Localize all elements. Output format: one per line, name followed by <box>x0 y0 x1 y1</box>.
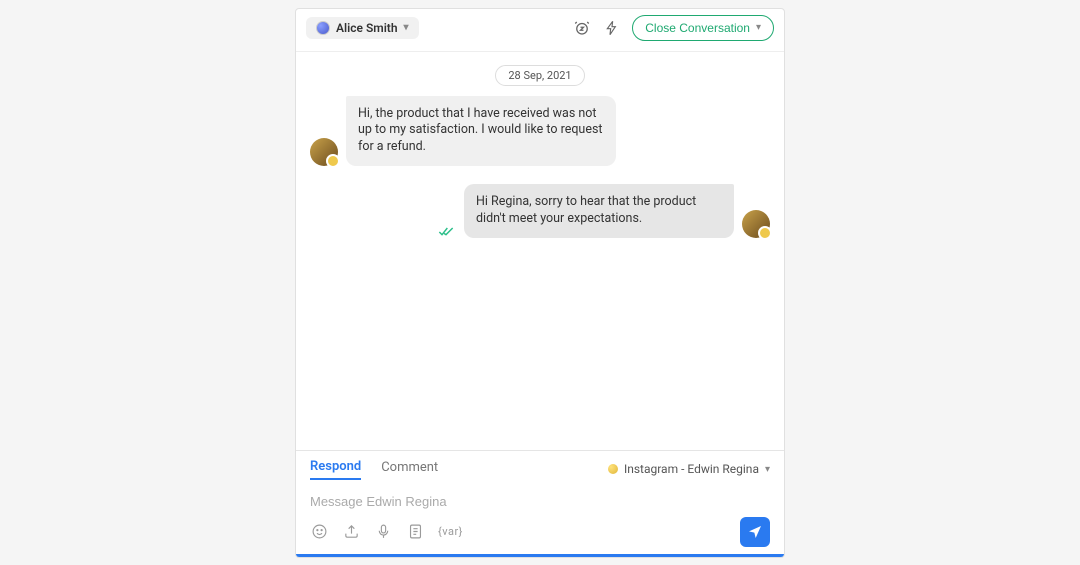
assignee-name: Alice Smith <box>336 21 398 35</box>
chevron-down-icon: ▾ <box>404 22 409 33</box>
channel-label: Instagram - Edwin Regina <box>624 462 759 476</box>
variable-insert-button[interactable]: {var} <box>438 525 463 538</box>
assignee-dropdown[interactable]: Alice Smith ▾ <box>306 17 419 39</box>
chevron-down-icon: ▾ <box>765 464 770 475</box>
chat-window: Alice Smith ▾ Close Conversation ▾ <box>295 8 785 558</box>
close-conversation-label: Close Conversation <box>645 21 750 35</box>
assignee-avatar-icon <box>316 21 330 35</box>
instagram-channel-icon <box>608 464 618 474</box>
chevron-down-icon: ▾ <box>756 22 761 33</box>
channel-selector[interactable]: Instagram - Edwin Regina ▾ <box>608 462 770 476</box>
message-row-outgoing: Hi Regina, sorry to hear that the produc… <box>310 184 770 238</box>
send-button[interactable] <box>740 517 770 547</box>
conversation-header: Alice Smith ▾ Close Conversation ▾ <box>296 9 784 52</box>
agent-avatar <box>742 210 770 238</box>
template-icon[interactable] <box>406 523 424 541</box>
read-receipt-icon <box>438 226 454 238</box>
composer-toolbar: {var} <box>310 517 770 547</box>
snooze-icon[interactable] <box>572 18 592 38</box>
message-input-area <box>310 490 770 517</box>
composer: Respond Comment Instagram - Edwin Regina… <box>296 450 784 557</box>
composer-tabs: Respond Comment Instagram - Edwin Regina… <box>310 459 770 480</box>
upload-icon[interactable] <box>342 523 360 541</box>
message-bubble: Hi, the product that I have received was… <box>346 96 616 167</box>
header-actions: Close Conversation ▾ <box>572 15 774 41</box>
message-row-incoming: Hi, the product that I have received was… <box>310 96 770 167</box>
message-input[interactable] <box>310 490 770 517</box>
emoji-icon[interactable] <box>310 523 328 541</box>
tab-respond[interactable]: Respond <box>310 459 361 480</box>
date-separator: 28 Sep, 2021 <box>495 65 584 86</box>
bolt-icon[interactable] <box>602 18 622 38</box>
accent-bar <box>296 554 784 557</box>
message-bubble: Hi Regina, sorry to hear that the produc… <box>464 184 734 238</box>
tab-comment[interactable]: Comment <box>381 460 438 479</box>
microphone-icon[interactable] <box>374 523 392 541</box>
close-conversation-button[interactable]: Close Conversation ▾ <box>632 15 774 41</box>
contact-avatar <box>310 138 338 166</box>
message-list: 28 Sep, 2021 Hi, the product that I have… <box>296 52 784 450</box>
